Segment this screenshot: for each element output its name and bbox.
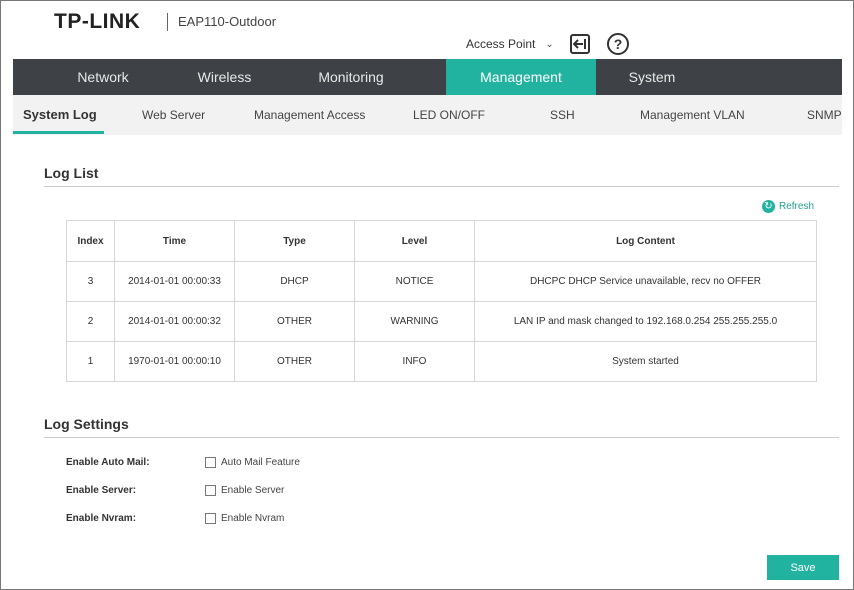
refresh-icon: ↻ bbox=[762, 200, 775, 213]
server-label: Enable Server: bbox=[66, 485, 137, 496]
subtab-ssh[interactable]: SSH bbox=[550, 95, 575, 135]
column-log-content: Log Content bbox=[474, 220, 817, 262]
mode-select-value: Access Point bbox=[466, 37, 536, 51]
help-icon[interactable]: ? bbox=[607, 33, 629, 55]
log-list-divider bbox=[44, 186, 839, 187]
logo-separator bbox=[167, 13, 168, 31]
log-table-header: Index Time Type Level Log Content bbox=[66, 220, 817, 262]
cell-index: 1 bbox=[66, 341, 115, 382]
log-settings-title: Log Settings bbox=[44, 416, 129, 432]
cell-content: System started bbox=[474, 341, 817, 382]
log-table: Index Time Type Level Log Content 3 2014… bbox=[66, 220, 817, 382]
tab-monitoring[interactable]: Monitoring bbox=[256, 59, 446, 95]
table-row: 3 2014-01-01 00:00:33 DHCP NOTICE DHCPC … bbox=[66, 261, 817, 302]
nvram-checkbox[interactable] bbox=[205, 513, 216, 524]
auto-mail-option[interactable]: Auto Mail Feature bbox=[221, 457, 300, 468]
save-button[interactable]: Save bbox=[767, 555, 839, 580]
mode-select[interactable]: Access Point ⌄ bbox=[466, 37, 554, 51]
auto-mail-checkbox[interactable] bbox=[205, 457, 216, 468]
column-index: Index bbox=[66, 220, 115, 262]
tab-network[interactable]: Network bbox=[13, 59, 193, 95]
refresh-label: Refresh bbox=[779, 201, 815, 212]
column-level: Level bbox=[354, 220, 475, 262]
cell-index: 3 bbox=[66, 261, 115, 302]
column-type: Type bbox=[234, 220, 355, 262]
table-row: 1 1970-01-01 00:00:10 OTHER INFO System … bbox=[66, 341, 817, 382]
server-option[interactable]: Enable Server bbox=[221, 485, 284, 496]
cell-time: 2014-01-01 00:00:32 bbox=[114, 301, 235, 342]
active-subtab-indicator bbox=[13, 131, 104, 134]
log-settings-divider bbox=[44, 437, 839, 438]
cell-level: INFO bbox=[354, 341, 475, 382]
subtab-system-log[interactable]: System Log bbox=[23, 95, 97, 135]
subtab-management-access[interactable]: Management Access bbox=[254, 95, 365, 135]
device-model: EAP110-Outdoor bbox=[178, 14, 277, 29]
subtab-led-onoff[interactable]: LED ON/OFF bbox=[413, 95, 485, 135]
cell-time: 1970-01-01 00:00:10 bbox=[114, 341, 235, 382]
tab-management[interactable]: Management bbox=[446, 59, 596, 95]
tab-system[interactable]: System bbox=[596, 59, 708, 95]
refresh-button[interactable]: ↻ Refresh bbox=[762, 200, 814, 213]
table-row: 2 2014-01-01 00:00:32 OTHER WARNING LAN … bbox=[66, 301, 817, 342]
subtab-management-vlan[interactable]: Management VLAN bbox=[640, 95, 745, 135]
sub-nav: System Log Web Server Management Access … bbox=[13, 95, 842, 135]
main-nav: Network Wireless Monitoring Management S… bbox=[13, 59, 842, 95]
cell-type: OTHER bbox=[234, 341, 355, 382]
chevron-down-icon: ⌄ bbox=[545, 38, 554, 50]
cell-level: WARNING bbox=[354, 301, 475, 342]
cell-level: NOTICE bbox=[354, 261, 475, 302]
tp-link-logo: TP-LINK bbox=[54, 10, 141, 33]
cell-content: DHCPC DHCP Service unavailable, recv no … bbox=[474, 261, 817, 302]
cell-time: 2014-01-01 00:00:33 bbox=[114, 261, 235, 302]
column-time: Time bbox=[114, 220, 235, 262]
nvram-label: Enable Nvram: bbox=[66, 513, 137, 524]
cell-type: DHCP bbox=[234, 261, 355, 302]
server-checkbox[interactable] bbox=[205, 485, 216, 496]
cell-type: OTHER bbox=[234, 301, 355, 342]
logout-arrow-icon bbox=[573, 39, 586, 49]
log-list-title: Log List bbox=[44, 165, 99, 181]
subtab-snmp[interactable]: SNMP bbox=[807, 95, 842, 135]
logout-icon[interactable] bbox=[570, 34, 590, 54]
cell-index: 2 bbox=[66, 301, 115, 342]
auto-mail-label: Enable Auto Mail: bbox=[66, 457, 150, 468]
cell-content: LAN IP and mask changed to 192.168.0.254… bbox=[474, 301, 817, 342]
nvram-option[interactable]: Enable Nvram bbox=[221, 513, 284, 524]
subtab-web-server[interactable]: Web Server bbox=[142, 95, 205, 135]
tab-wireless[interactable]: Wireless bbox=[193, 59, 256, 95]
